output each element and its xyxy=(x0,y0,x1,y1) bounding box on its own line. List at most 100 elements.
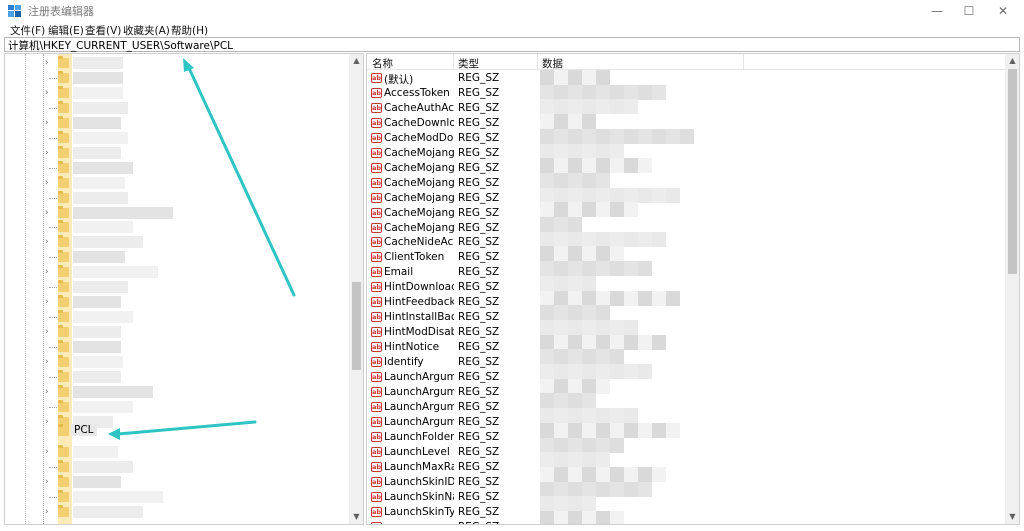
redacted-data-block xyxy=(596,99,610,115)
list-scroll-thumb[interactable] xyxy=(1008,69,1017,274)
value-list-pane[interactable]: 名称 类型 数据 ab (默认) REG_SZ ab AccessToken REG_SZ… xyxy=(366,53,1020,525)
redacted-data-block xyxy=(568,99,582,115)
tree-item[interactable] xyxy=(45,399,345,414)
chevron-right-icon[interactable]: › xyxy=(45,235,55,249)
tree-item[interactable]: › xyxy=(45,504,345,519)
tree-item[interactable] xyxy=(45,220,345,234)
tree-item[interactable]: › xyxy=(45,205,345,220)
tree-item[interactable]: › xyxy=(45,115,345,130)
chevron-right-icon[interactable]: › xyxy=(45,355,55,369)
tree-item[interactable]: › xyxy=(45,145,345,160)
redacted-key-name xyxy=(73,281,128,294)
redacted-data-block xyxy=(596,378,610,394)
minimize-button[interactable]: — xyxy=(920,0,954,22)
string-value-icon: ab xyxy=(371,386,382,397)
chevron-right-icon[interactable]: › xyxy=(45,206,55,220)
redacted-data-block xyxy=(596,70,610,85)
redacted-data-block xyxy=(638,466,652,482)
menu-help[interactable]: 帮助(H) xyxy=(171,23,208,38)
redacted-data-block xyxy=(624,290,638,306)
chevron-right-icon[interactable]: › xyxy=(45,445,55,459)
chevron-right-icon[interactable]: › xyxy=(45,385,55,399)
tree-item[interactable]: › xyxy=(45,56,345,70)
folder-icon xyxy=(58,459,69,472)
tree-item[interactable] xyxy=(45,70,345,85)
tree-item[interactable] xyxy=(45,459,345,474)
tree-item[interactable] xyxy=(45,100,345,115)
tree-item[interactable]: › xyxy=(45,444,345,459)
tree-item[interactable] xyxy=(45,340,345,354)
redacted-data-block xyxy=(568,261,582,277)
value-type: REG_SZ xyxy=(458,521,499,525)
tree-item[interactable]: › xyxy=(45,85,345,100)
column-header-name[interactable]: 名称 xyxy=(372,56,393,71)
tree-item[interactable] xyxy=(45,310,345,324)
chevron-right-icon[interactable]: › xyxy=(45,86,55,100)
redacted-data-block xyxy=(596,84,610,100)
redacted-data-block xyxy=(596,246,610,262)
tree-item-pcl[interactable]: PCL xyxy=(45,423,105,439)
address-bar[interactable]: 计算机\HKEY_CURRENT_USER\Software\PCL xyxy=(4,37,1020,52)
chevron-right-icon[interactable]: › xyxy=(45,505,55,519)
tree-item[interactable] xyxy=(45,280,345,294)
redacted-data-block xyxy=(554,261,568,277)
tree-item[interactable] xyxy=(45,489,345,504)
tree-scroll-thumb[interactable] xyxy=(352,282,361,370)
tree-scrollbar[interactable]: ▲ ▼ xyxy=(349,54,363,524)
chevron-right-icon[interactable]: › xyxy=(45,475,55,489)
folder-icon xyxy=(58,115,69,128)
value-type: REG_SZ xyxy=(458,206,500,219)
tree-item[interactable]: › xyxy=(45,325,345,339)
menu-favorites[interactable]: 收藏夹(A) xyxy=(123,23,170,38)
column-header-data[interactable]: 数据 xyxy=(542,56,563,71)
redacted-data-block xyxy=(540,452,554,468)
tree-item[interactable] xyxy=(45,369,345,384)
tree-connector xyxy=(49,347,57,349)
tree-item[interactable]: › xyxy=(45,474,345,489)
tree-item[interactable] xyxy=(45,250,345,264)
tree-item[interactable]: › xyxy=(45,355,345,369)
redacted-data-block xyxy=(638,290,652,306)
list-scrollbar[interactable]: ▲ ▼ xyxy=(1005,54,1019,524)
tree-item[interactable] xyxy=(45,160,345,175)
redacted-data-block xyxy=(582,481,596,497)
redacted-data-block xyxy=(610,84,624,100)
tree-item[interactable]: › xyxy=(45,295,345,309)
redacted-data-block xyxy=(540,246,554,262)
tree-item[interactable] xyxy=(45,130,345,145)
tree-item[interactable] xyxy=(45,190,345,205)
value-type: REG_SZ xyxy=(458,191,500,204)
value-type: REG_SZ xyxy=(458,475,500,488)
chevron-right-icon[interactable]: › xyxy=(45,146,55,160)
menu-view[interactable]: 查看(V) xyxy=(85,23,121,38)
chevron-right-icon[interactable]: › xyxy=(45,176,55,190)
tree-item[interactable]: › xyxy=(45,175,345,190)
string-value-icon: ab xyxy=(371,476,382,487)
redacted-data-block xyxy=(568,217,582,232)
chevron-right-icon[interactable]: › xyxy=(45,56,55,70)
redacted-data-block xyxy=(540,466,554,482)
tree-item[interactable]: › xyxy=(45,265,345,279)
redacted-data-block xyxy=(596,261,610,277)
folder-icon xyxy=(58,280,69,293)
chevron-right-icon[interactable]: › xyxy=(45,325,55,339)
value-type: REG_SZ xyxy=(458,505,500,518)
chevron-right-icon[interactable]: › xyxy=(45,295,55,309)
scroll-down-icon[interactable]: ▼ xyxy=(1005,510,1019,524)
tree-item[interactable]: › xyxy=(45,235,345,249)
chevron-right-icon[interactable]: › xyxy=(45,116,55,130)
redacted-data-block xyxy=(582,422,596,438)
chevron-right-icon[interactable]: › xyxy=(45,265,55,279)
close-button[interactable]: ✕ xyxy=(986,0,1020,22)
redacted-data-block xyxy=(554,231,568,247)
maximize-button[interactable]: ☐ xyxy=(952,0,986,22)
scroll-up-icon[interactable]: ▲ xyxy=(349,54,363,68)
menu-file[interactable]: 文件(F) xyxy=(10,23,45,38)
menu-edit[interactable]: 编辑(E) xyxy=(48,23,84,38)
value-type: REG_SZ xyxy=(458,385,500,398)
key-tree-pane[interactable]: › › › › › › › › › › › › › › › › PCL ▲ ▼ xyxy=(4,53,364,525)
tree-item[interactable]: › xyxy=(45,384,345,399)
scroll-up-icon[interactable]: ▲ xyxy=(1005,54,1019,68)
scroll-down-icon[interactable]: ▼ xyxy=(349,510,363,524)
column-header-type[interactable]: 类型 xyxy=(458,56,479,71)
